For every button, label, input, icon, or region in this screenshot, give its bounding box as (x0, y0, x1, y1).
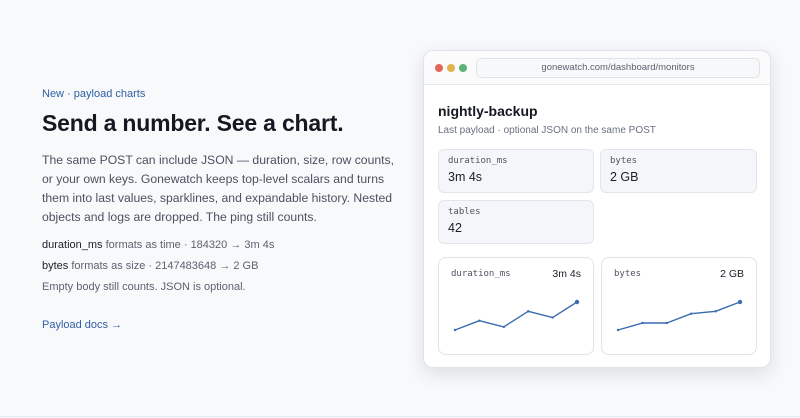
sparkline-value: 3m 4s (552, 268, 581, 280)
fact-text: formats as time · 184320 → 3m 4s (102, 239, 275, 251)
sparkline-point (690, 312, 693, 315)
sparkline-card-duration[interactable]: duration_ms 3m 4s (438, 257, 594, 355)
optional-note: Empty body still counts. JSON is optiona… (42, 281, 246, 293)
fact-bytes: bytes formats as size · 2147483648 → 2 G… (42, 260, 402, 272)
stat-label: tables (448, 207, 481, 217)
monitor-subtitle: Last payload · optional JSON on the same… (438, 125, 656, 136)
sparkline-chart (453, 299, 580, 332)
monitor-name: nightly-backup (438, 103, 538, 119)
sparkline-line (617, 301, 741, 331)
sparkline-point (641, 321, 644, 325)
sparkline-point (616, 328, 620, 332)
sparkline-point (737, 299, 743, 305)
stat-card-tables: tables 42 (438, 200, 594, 244)
hero-section: New · payload charts Send a number. See … (42, 88, 402, 333)
maximize-dot-icon (459, 64, 467, 72)
sparkline-point (453, 328, 457, 332)
sparkline-point (551, 316, 554, 319)
payload-docs-link[interactable]: Payload docs → (42, 319, 122, 331)
sparkline-point (502, 325, 505, 329)
monitor-panel: nightly-backup Last payload · optional J… (438, 103, 758, 148)
eyebrow-label: New · payload charts (42, 88, 146, 100)
window-titlebar: gonewatch.com/dashboard/monitors (424, 51, 770, 85)
headline: Send a number. See a chart. (42, 110, 344, 136)
sparkline-card-bytes[interactable]: bytes 2 GB (601, 257, 757, 355)
sparkline-label: duration_ms (451, 269, 511, 279)
stat-card-bytes: bytes 2 GB (600, 149, 757, 193)
sparkline-point (665, 321, 668, 325)
sparkline-label: bytes (614, 269, 642, 279)
fact-key: bytes (42, 260, 69, 272)
stat-value: 2 GB (610, 170, 639, 184)
url-bar: gonewatch.com/dashboard/monitors (476, 58, 760, 78)
fact-text: formats as size · 2147483648 → 2 GB (68, 260, 259, 272)
stat-value: 42 (448, 221, 462, 235)
sparkline-value: 2 GB (720, 268, 744, 280)
stat-card-duration: duration_ms 3m 4s (438, 149, 594, 193)
fact-duration: duration_ms formats as time · 184320 → 3… (42, 239, 402, 251)
sparkline-point (478, 319, 481, 322)
sparkline-point (574, 299, 580, 305)
close-dot-icon (435, 64, 443, 72)
sparkline-point (714, 310, 717, 313)
divider (0, 416, 800, 417)
sparkline-chart (616, 299, 743, 332)
browser-window-mockup: gonewatch.com/dashboard/monitors nightly… (423, 50, 771, 368)
stat-label: duration_ms (448, 156, 508, 166)
fact-key: duration_ms (42, 239, 103, 251)
sparkline-line (454, 301, 578, 331)
description: The same POST can include JSON — duratio… (42, 153, 395, 224)
stat-value: 3m 4s (448, 170, 483, 184)
stat-label: bytes (610, 156, 638, 166)
minimize-dot-icon (447, 64, 455, 72)
sparkline-point (527, 310, 530, 313)
